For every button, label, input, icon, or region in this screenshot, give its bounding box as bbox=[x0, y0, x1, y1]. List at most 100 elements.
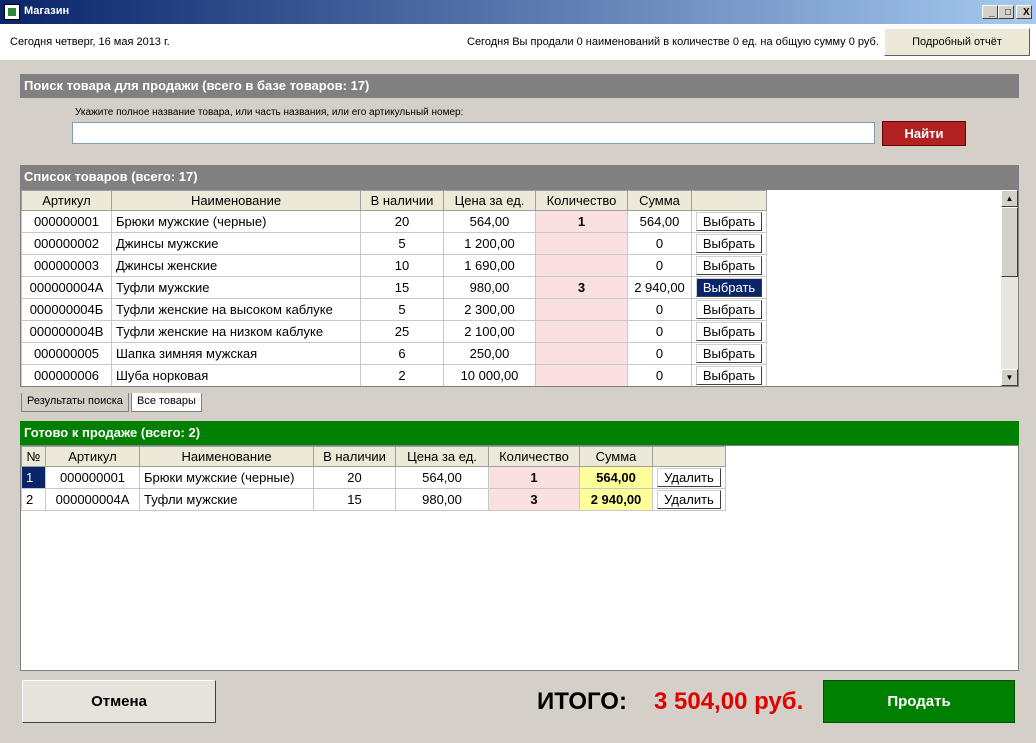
name-cell[interactable]: Шуба норковая bbox=[111, 364, 361, 386]
select-button[interactable]: Выбрать bbox=[696, 344, 762, 363]
stock-cell[interactable]: 6 bbox=[360, 342, 444, 365]
table-row[interactable]: 2 000000004А Туфли мужские 15 980,00 3 2… bbox=[21, 488, 726, 511]
cancel-button[interactable]: Отмена bbox=[22, 680, 216, 723]
price-cell[interactable]: 2 300,00 bbox=[443, 298, 536, 321]
qty-cell[interactable]: 1 bbox=[488, 466, 580, 489]
table-row[interactable]: 000000004В Туфли женские на низком каблу… bbox=[21, 320, 767, 343]
stock-cell[interactable]: 15 bbox=[360, 276, 444, 299]
select-button[interactable]: Выбрать bbox=[696, 234, 762, 253]
price-cell[interactable]: 1 690,00 bbox=[443, 254, 536, 277]
row-number-cell[interactable]: 2 bbox=[21, 488, 46, 511]
search-input[interactable] bbox=[72, 122, 875, 144]
product-list-scrollbar[interactable]: ▲ ▼ bbox=[1001, 190, 1018, 386]
select-button[interactable]: Выбрать bbox=[696, 322, 762, 341]
qty-cell[interactable] bbox=[535, 298, 628, 321]
maximize-button[interactable]: □ bbox=[998, 5, 1014, 19]
select-button[interactable]: Выбрать bbox=[696, 278, 762, 297]
table-row[interactable]: 000000004А Туфли мужские 15 980,00 3 2 9… bbox=[21, 276, 767, 299]
stock-cell[interactable]: 5 bbox=[360, 232, 444, 255]
col-header-sum[interactable]: Сумма bbox=[579, 446, 653, 467]
sum-cell[interactable]: 0 bbox=[627, 364, 692, 386]
stock-cell[interactable]: 5 bbox=[360, 298, 444, 321]
article-cell[interactable]: 000000005 bbox=[21, 342, 112, 365]
col-header-article[interactable]: Артикул bbox=[45, 446, 140, 467]
name-cell[interactable]: Туфли мужские bbox=[139, 488, 314, 511]
col-header-sum[interactable]: Сумма bbox=[627, 190, 692, 211]
col-header-qty[interactable]: Количество bbox=[488, 446, 580, 467]
stock-cell[interactable]: 25 bbox=[360, 320, 444, 343]
select-button[interactable]: Выбрать bbox=[696, 366, 762, 385]
price-cell[interactable]: 980,00 bbox=[443, 276, 536, 299]
tab-search-results[interactable]: Результаты поиска bbox=[21, 393, 129, 412]
col-header-qty[interactable]: Количество bbox=[535, 190, 628, 211]
sum-cell[interactable]: 0 bbox=[627, 342, 692, 365]
col-header-article[interactable]: Артикул bbox=[21, 190, 112, 211]
name-cell[interactable]: Брюки мужские (черные) bbox=[139, 466, 314, 489]
article-cell[interactable]: 000000004А bbox=[21, 276, 112, 299]
article-cell[interactable]: 000000004А bbox=[45, 488, 140, 511]
sum-cell[interactable]: 564,00 bbox=[627, 210, 692, 233]
name-cell[interactable]: Туфли женские на низком каблуке bbox=[111, 320, 361, 343]
article-cell[interactable]: 000000001 bbox=[21, 210, 112, 233]
table-row[interactable]: 000000002 Джинсы мужские 5 1 200,00 0 Вы… bbox=[21, 232, 767, 255]
minimize-button[interactable]: _ bbox=[982, 5, 998, 19]
price-cell[interactable]: 980,00 bbox=[395, 488, 489, 511]
price-cell[interactable]: 10 000,00 bbox=[443, 364, 536, 386]
sum-cell[interactable]: 0 bbox=[627, 320, 692, 343]
qty-cell[interactable] bbox=[535, 320, 628, 343]
scrollbar-thumb[interactable] bbox=[1001, 207, 1018, 277]
price-cell[interactable]: 564,00 bbox=[443, 210, 536, 233]
qty-cell[interactable] bbox=[535, 232, 628, 255]
price-cell[interactable]: 250,00 bbox=[443, 342, 536, 365]
remove-button[interactable]: Удалить bbox=[657, 468, 721, 487]
col-header-price[interactable]: Цена за ед. bbox=[395, 446, 489, 467]
table-row[interactable]: 000000003 Джинсы женские 10 1 690,00 0 В… bbox=[21, 254, 767, 277]
row-number-cell[interactable]: 1 bbox=[21, 466, 46, 489]
title-bar[interactable]: Магазин _ □ X bbox=[0, 0, 1036, 24]
detailed-report-button[interactable]: Подробный отчёт bbox=[884, 28, 1030, 56]
sum-cell[interactable]: 0 bbox=[627, 298, 692, 321]
table-row[interactable]: 1 000000001 Брюки мужские (черные) 20 56… bbox=[21, 466, 726, 489]
qty-cell[interactable]: 1 bbox=[535, 210, 628, 233]
stock-cell[interactable]: 10 bbox=[360, 254, 444, 277]
qty-cell[interactable] bbox=[535, 342, 628, 365]
sell-button[interactable]: Продать bbox=[823, 680, 1015, 723]
name-cell[interactable]: Брюки мужские (черные) bbox=[111, 210, 361, 233]
qty-cell[interactable] bbox=[535, 364, 628, 386]
sum-cell[interactable]: 0 bbox=[627, 232, 692, 255]
price-cell[interactable]: 1 200,00 bbox=[443, 232, 536, 255]
stock-cell[interactable]: 20 bbox=[313, 466, 396, 489]
select-button[interactable]: Выбрать bbox=[696, 300, 762, 319]
qty-cell[interactable]: 3 bbox=[535, 276, 628, 299]
stock-cell[interactable]: 20 bbox=[360, 210, 444, 233]
article-cell[interactable]: 000000003 bbox=[21, 254, 112, 277]
col-header-name[interactable]: Наименование bbox=[111, 190, 361, 211]
col-header-stock[interactable]: В наличии bbox=[360, 190, 444, 211]
col-header-stock[interactable]: В наличии bbox=[313, 446, 396, 467]
remove-button[interactable]: Удалить bbox=[657, 490, 721, 509]
select-button[interactable]: Выбрать bbox=[696, 256, 762, 275]
sum-cell[interactable]: 0 bbox=[627, 254, 692, 277]
article-cell[interactable]: 000000006 bbox=[21, 364, 112, 386]
qty-cell[interactable]: 3 bbox=[488, 488, 580, 511]
article-cell[interactable]: 000000001 bbox=[45, 466, 140, 489]
sum-cell[interactable]: 564,00 bbox=[579, 466, 653, 489]
name-cell[interactable]: Джинсы женские bbox=[111, 254, 361, 277]
stock-cell[interactable]: 2 bbox=[360, 364, 444, 386]
article-cell[interactable]: 000000004В bbox=[21, 320, 112, 343]
name-cell[interactable]: Туфли женские на высоком каблуке bbox=[111, 298, 361, 321]
sum-cell[interactable]: 2 940,00 bbox=[579, 488, 653, 511]
table-row[interactable]: 000000001 Брюки мужские (черные) 20 564,… bbox=[21, 210, 767, 233]
article-cell[interactable]: 000000004Б bbox=[21, 298, 112, 321]
price-cell[interactable]: 2 100,00 bbox=[443, 320, 536, 343]
table-row[interactable]: 000000004Б Туфли женские на высоком кабл… bbox=[21, 298, 767, 321]
stock-cell[interactable]: 15 bbox=[313, 488, 396, 511]
qty-cell[interactable] bbox=[535, 254, 628, 277]
article-cell[interactable]: 000000002 bbox=[21, 232, 112, 255]
sum-cell[interactable]: 2 940,00 bbox=[627, 276, 692, 299]
name-cell[interactable]: Шапка зимняя мужская bbox=[111, 342, 361, 365]
name-cell[interactable]: Джинсы мужские bbox=[111, 232, 361, 255]
scroll-up-arrow-icon[interactable]: ▲ bbox=[1001, 190, 1018, 207]
table-row[interactable]: 000000005 Шапка зимняя мужская 6 250,00 … bbox=[21, 342, 767, 365]
close-button[interactable]: X bbox=[1016, 5, 1032, 19]
